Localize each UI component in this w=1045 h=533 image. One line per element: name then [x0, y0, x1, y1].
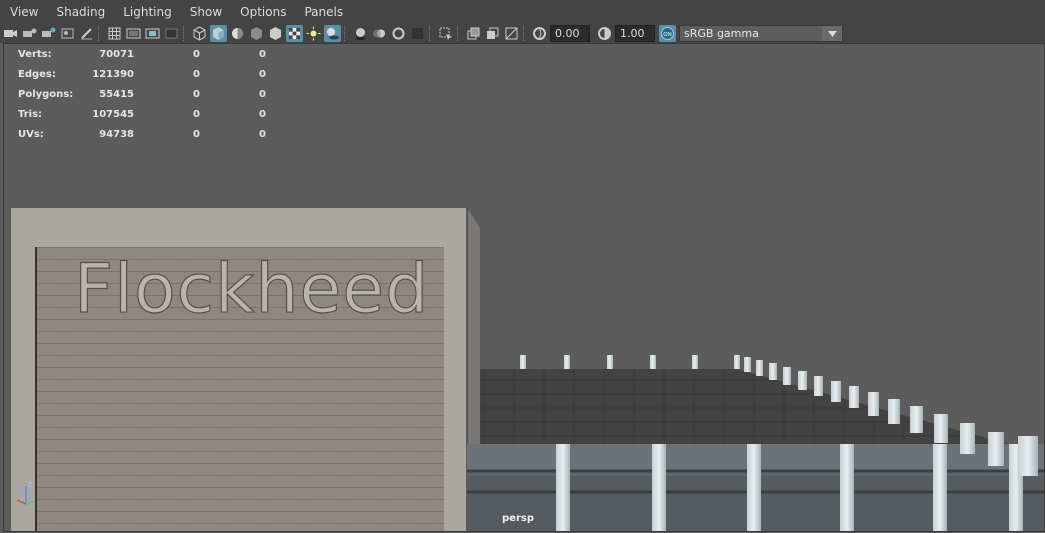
- hud-label: Polygons:: [18, 88, 74, 100]
- toolbar-separator: [429, 26, 432, 41]
- toolbar-separator: [98, 26, 101, 41]
- building-sign-text: Flockheed: [74, 250, 429, 329]
- hud-label: UVs:: [18, 128, 44, 140]
- hud-value: 55415: [99, 88, 134, 100]
- color-space-value: sRGB gamma: [684, 27, 759, 40]
- shadows-icon[interactable]: [324, 25, 341, 42]
- bookmark-icon[interactable]: [40, 25, 57, 42]
- hud-value: 0: [193, 68, 200, 80]
- grid-icon[interactable]: [106, 25, 123, 42]
- hud-row: Tris: 107545 0 0: [18, 104, 266, 124]
- anti-aliasing-icon[interactable]: [390, 25, 407, 42]
- hud-value: 70071: [99, 48, 134, 60]
- hud-value: 121390: [92, 68, 134, 80]
- gamma-icon[interactable]: [596, 25, 613, 42]
- ambient-occlusion-icon[interactable]: [352, 25, 369, 42]
- hud-value: 0: [193, 48, 200, 60]
- toolbar-separator: [183, 26, 186, 41]
- isolate-select-icon[interactable]: [305, 25, 322, 42]
- hud-value: 0: [259, 48, 266, 60]
- exposure-icon[interactable]: [531, 25, 548, 42]
- hud-value: 0: [193, 108, 200, 120]
- lights-icon[interactable]: [267, 25, 284, 42]
- viewport-3d[interactable]: Flockheed z Verts: 70071 0 0 Edges: 1213…: [3, 43, 1045, 532]
- textured-icon[interactable]: [286, 25, 303, 42]
- smooth-wireframe-icon[interactable]: [503, 25, 520, 42]
- two-sided-lighting-icon[interactable]: [465, 25, 482, 42]
- chevron-down-icon: [822, 26, 842, 41]
- hud-value: 0: [259, 108, 266, 120]
- backface-culling-icon[interactable]: [484, 25, 501, 42]
- menu-show[interactable]: Show: [180, 0, 230, 24]
- hud-value: 0: [193, 128, 200, 140]
- hud-value: 0: [259, 88, 266, 100]
- toolbar-separator: [523, 26, 526, 41]
- color-management-icon[interactable]: ON: [659, 25, 676, 42]
- exposure-field[interactable]: 0.00: [550, 25, 590, 42]
- wireframe-icon[interactable]: [191, 25, 208, 42]
- menu-view[interactable]: View: [0, 0, 46, 24]
- hud-row: Polygons: 55415 0 0: [18, 84, 266, 104]
- hud-value: 0: [259, 68, 266, 80]
- depth-of-field-icon[interactable]: [409, 25, 426, 42]
- hud-label: Edges:: [18, 68, 56, 80]
- hud-row: Edges: 121390 0 0: [18, 64, 266, 84]
- camera-attributes-icon[interactable]: [21, 25, 38, 42]
- motion-blur-icon[interactable]: [371, 25, 388, 42]
- hud-value: 94738: [99, 128, 134, 140]
- menu-shading[interactable]: Shading: [46, 0, 113, 24]
- hud-label: Verts:: [18, 48, 52, 60]
- image-plane-icon[interactable]: [59, 25, 76, 42]
- svg-text:ON: ON: [663, 32, 671, 38]
- hud-row: UVs: 94738 0 0: [18, 124, 266, 144]
- hud-value: 0: [193, 88, 200, 100]
- camera-name-label: persp: [502, 513, 534, 524]
- menu-options[interactable]: Options: [230, 0, 294, 24]
- axis-z-label: z: [28, 480, 32, 489]
- resolution-gate-icon[interactable]: [144, 25, 161, 42]
- panel-menubar: View Shading Lighting Show Options Panel…: [0, 0, 1045, 25]
- menu-lighting[interactable]: Lighting: [113, 0, 180, 24]
- gate-mask-icon[interactable]: [163, 25, 180, 42]
- select-camera-icon[interactable]: [437, 25, 454, 42]
- hud-row: Verts: 70071 0 0: [18, 44, 266, 64]
- color-space-dropdown[interactable]: sRGB gamma: [679, 25, 843, 42]
- film-gate-icon[interactable]: [125, 25, 142, 42]
- hud-value: 0: [259, 128, 266, 140]
- poly-count-hud: Verts: 70071 0 0 Edges: 121390 0 0 Polyg…: [18, 44, 266, 144]
- camera-icon[interactable]: [2, 25, 19, 42]
- gamma-field[interactable]: 1.00: [615, 25, 655, 42]
- toolbar-separator: [344, 26, 347, 41]
- toolbar-separator: [457, 26, 460, 41]
- xray-icon[interactable]: [248, 25, 265, 42]
- menu-panels[interactable]: Panels: [294, 0, 351, 24]
- smooth-shade-icon[interactable]: [210, 25, 227, 42]
- grease-pencil-icon[interactable]: [78, 25, 95, 42]
- panel-toolbar: 0.00 1.00 ON sRGB gamma: [0, 24, 1045, 43]
- default-material-icon[interactable]: [229, 25, 246, 42]
- hud-value: 107545: [92, 108, 134, 120]
- hud-label: Tris:: [18, 108, 43, 120]
- maya-viewport-window: View Shading Lighting Show Options Panel…: [0, 0, 1045, 533]
